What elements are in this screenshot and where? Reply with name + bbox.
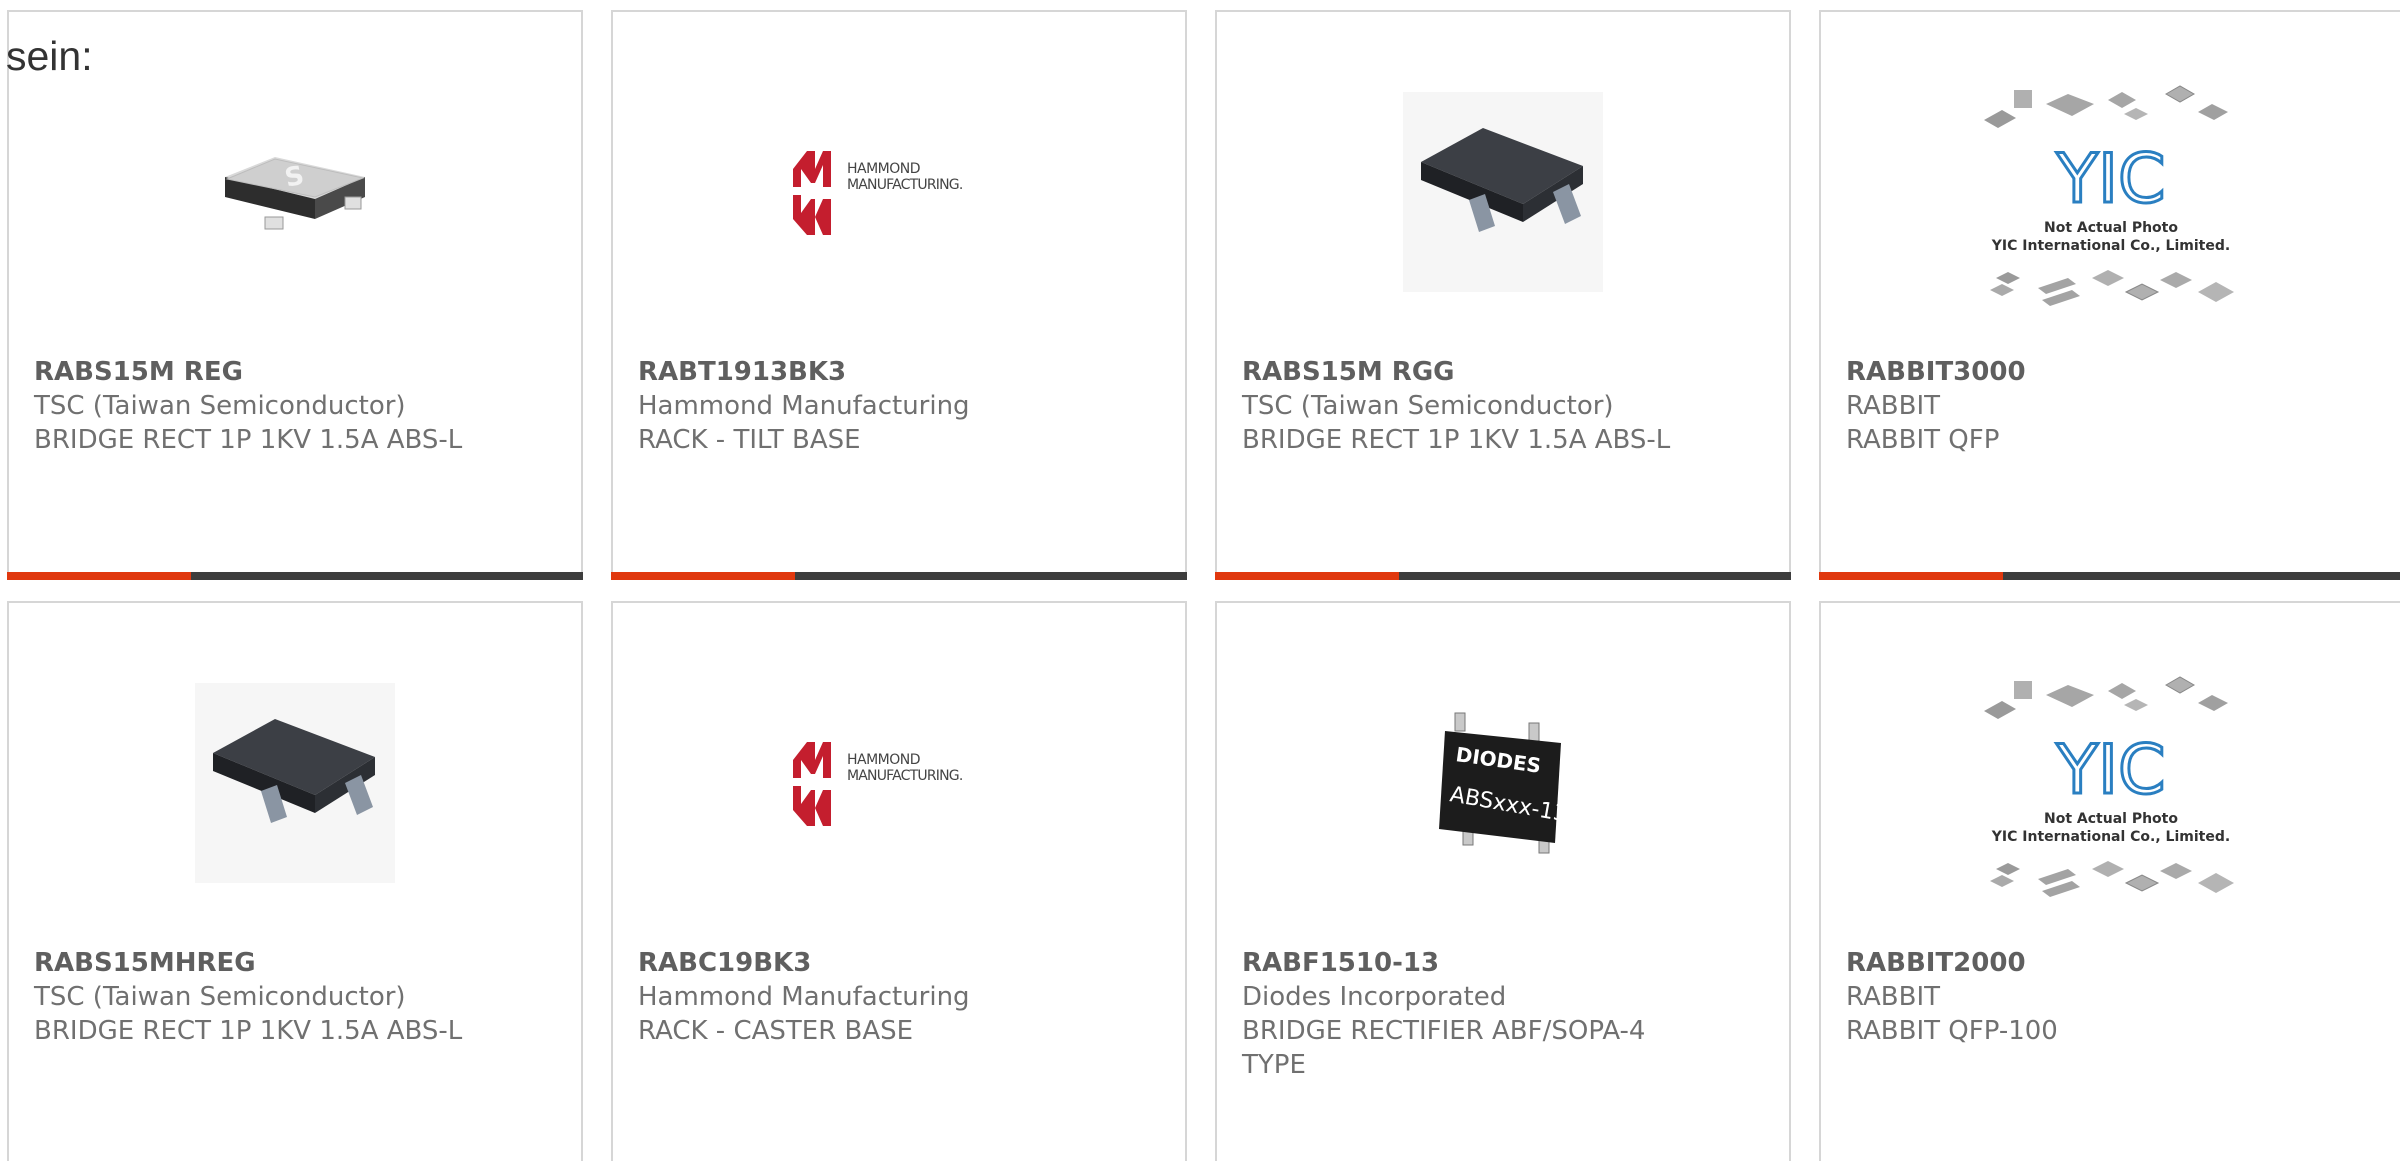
product-info: RABBIT2000 RABBIT RABBIT QFP-100 <box>1846 946 2380 1048</box>
yic-mark: YIC <box>2055 140 2165 219</box>
product-card[interactable]: RABS15M RGG TSC (Taiwan Semiconductor) B… <box>1215 10 1791 580</box>
product-image[interactable]: YIC Not Actual Photo YIC International C… <box>1821 643 2400 943</box>
product-info: RABS15MHREG TSC (Taiwan Semiconductor) B… <box>34 946 561 1048</box>
black-smd-package-photo <box>1403 92 1603 292</box>
part-number[interactable]: RABBIT2000 <box>1846 946 2380 980</box>
manufacturer: RABBIT <box>1846 982 1941 1012</box>
card-footer-bar <box>7 572 583 580</box>
part-number[interactable]: RABT1913BK3 <box>638 355 1165 389</box>
card-accent-bar <box>1215 572 1399 580</box>
card-accent-bar <box>7 572 191 580</box>
card-footer-bar <box>1819 572 2400 580</box>
product-info: RABF1510-13 Diodes Incorporated BRIDGE R… <box>1242 946 1769 1082</box>
manufacturer: Hammond Manufacturing <box>638 982 970 1012</box>
manufacturer: Diodes Incorporated <box>1242 982 1507 1012</box>
part-number[interactable]: RABS15MHREG <box>34 946 561 980</box>
yic-line2: YIC International Co., Limited. <box>1990 238 2229 254</box>
product-card[interactable]: DIODES ABSxxx-13 RABF1510-13 Diodes Inco… <box>1215 601 1791 1161</box>
product-grid-page: sein: S RABS15M REG TSC (Taiwan Semicond… <box>0 0 2400 1161</box>
product-info: RABC19BK3 Hammond Manufacturing RACK - C… <box>638 946 1165 1048</box>
product-card[interactable]: YIC Not Actual Photo YIC International C… <box>1819 10 2400 580</box>
manufacturer: Hammond Manufacturing <box>638 391 970 421</box>
product-card[interactable]: RABS15MHREG TSC (Taiwan Semiconductor) B… <box>7 601 583 1161</box>
product-image[interactable]: YIC Not Actual Photo YIC International C… <box>1821 52 2400 352</box>
product-card[interactable]: HAMMOND MANUFACTURING. RABT1913BK3 Hammo… <box>611 10 1187 580</box>
product-info: RABS15M REG TSC (Taiwan Semiconductor) B… <box>34 355 561 457</box>
product-card[interactable]: S RABS15M REG TSC (Taiwan Semiconductor)… <box>7 10 583 580</box>
yic-placeholder-image: YIC Not Actual Photo YIC International C… <box>1983 85 2234 306</box>
description: BRIDGE RECT 1P 1KV 1.5A ABS-L <box>34 1016 463 1046</box>
part-number[interactable]: RABBIT3000 <box>1846 355 2380 389</box>
manufacturer: RABBIT <box>1846 391 1941 421</box>
description: RACK - CASTER BASE <box>638 1016 914 1046</box>
diodes-absxxx-package-photo: DIODES ABSxxx-13 <box>1439 712 1569 854</box>
hammond-logo-line2: MANUFACTURING. <box>847 177 962 193</box>
yic-line1: Not Actual Photo <box>2044 220 2178 236</box>
product-info: RABBIT3000 RABBIT RABBIT QFP <box>1846 355 2380 457</box>
yic-mark: YIC <box>2055 731 2165 810</box>
hammond-logo-line2: MANUFACTURING. <box>847 768 962 784</box>
part-number[interactable]: RABS15M RGG <box>1242 355 1769 389</box>
black-smd-package-photo <box>195 683 395 883</box>
part-number[interactable]: RABC19BK3 <box>638 946 1165 980</box>
product-info: RABT1913BK3 Hammond Manufacturing RACK -… <box>638 355 1165 457</box>
card-accent-bar <box>611 572 795 580</box>
product-card[interactable]: YIC Not Actual Photo YIC International C… <box>1819 601 2400 1161</box>
yic-line1: Not Actual Photo <box>2044 811 2178 827</box>
manufacturer: TSC (Taiwan Semiconductor) <box>34 982 406 1012</box>
description: RABBIT QFP-100 <box>1846 1016 2058 1046</box>
product-image[interactable]: HAMMOND MANUFACTURING. <box>613 72 1185 312</box>
description: BRIDGE RECTIFIER ABF/SOPA-4 TYPE <box>1242 1016 1646 1080</box>
description: RACK - TILT BASE <box>638 425 861 455</box>
product-image[interactable] <box>9 663 581 903</box>
hammond-logo-line1: HAMMOND <box>847 161 920 177</box>
manufacturer: TSC (Taiwan Semiconductor) <box>1242 391 1614 421</box>
part-number[interactable]: RABF1510-13 <box>1242 946 1769 980</box>
description: BRIDGE RECT 1P 1KV 1.5A ABS-L <box>1242 425 1671 455</box>
product-card[interactable]: HAMMOND MANUFACTURING. RABC19BK3 Hammond… <box>611 601 1187 1161</box>
section-heading: sein: <box>6 33 93 79</box>
hammond-logo-line1: HAMMOND <box>847 752 920 768</box>
card-accent-bar <box>1819 572 2003 580</box>
card-footer-bar <box>1215 572 1791 580</box>
part-number[interactable]: RABS15M REG <box>34 355 561 389</box>
product-image[interactable]: DIODES ABSxxx-13 <box>1217 663 1789 903</box>
product-image[interactable] <box>1217 72 1789 312</box>
tsc-bridge-rectifier-photo: S <box>225 157 365 230</box>
product-info: RABS15M RGG TSC (Taiwan Semiconductor) B… <box>1242 355 1769 457</box>
manufacturer: TSC (Taiwan Semiconductor) <box>34 391 406 421</box>
yic-placeholder-image: YIC Not Actual Photo YIC International C… <box>1983 676 2234 897</box>
description: BRIDGE RECT 1P 1KV 1.5A ABS-L <box>34 425 463 455</box>
yic-line2: YIC International Co., Limited. <box>1990 829 2229 845</box>
product-image[interactable]: HAMMOND MANUFACTURING. <box>613 663 1185 903</box>
description: RABBIT QFP <box>1846 425 2000 455</box>
hammond-manufacturing-logo: HAMMOND MANUFACTURING. <box>793 151 963 235</box>
card-footer-bar <box>611 572 1187 580</box>
hammond-manufacturing-logo: HAMMOND MANUFACTURING. <box>793 742 963 826</box>
product-image[interactable]: S <box>9 72 581 312</box>
